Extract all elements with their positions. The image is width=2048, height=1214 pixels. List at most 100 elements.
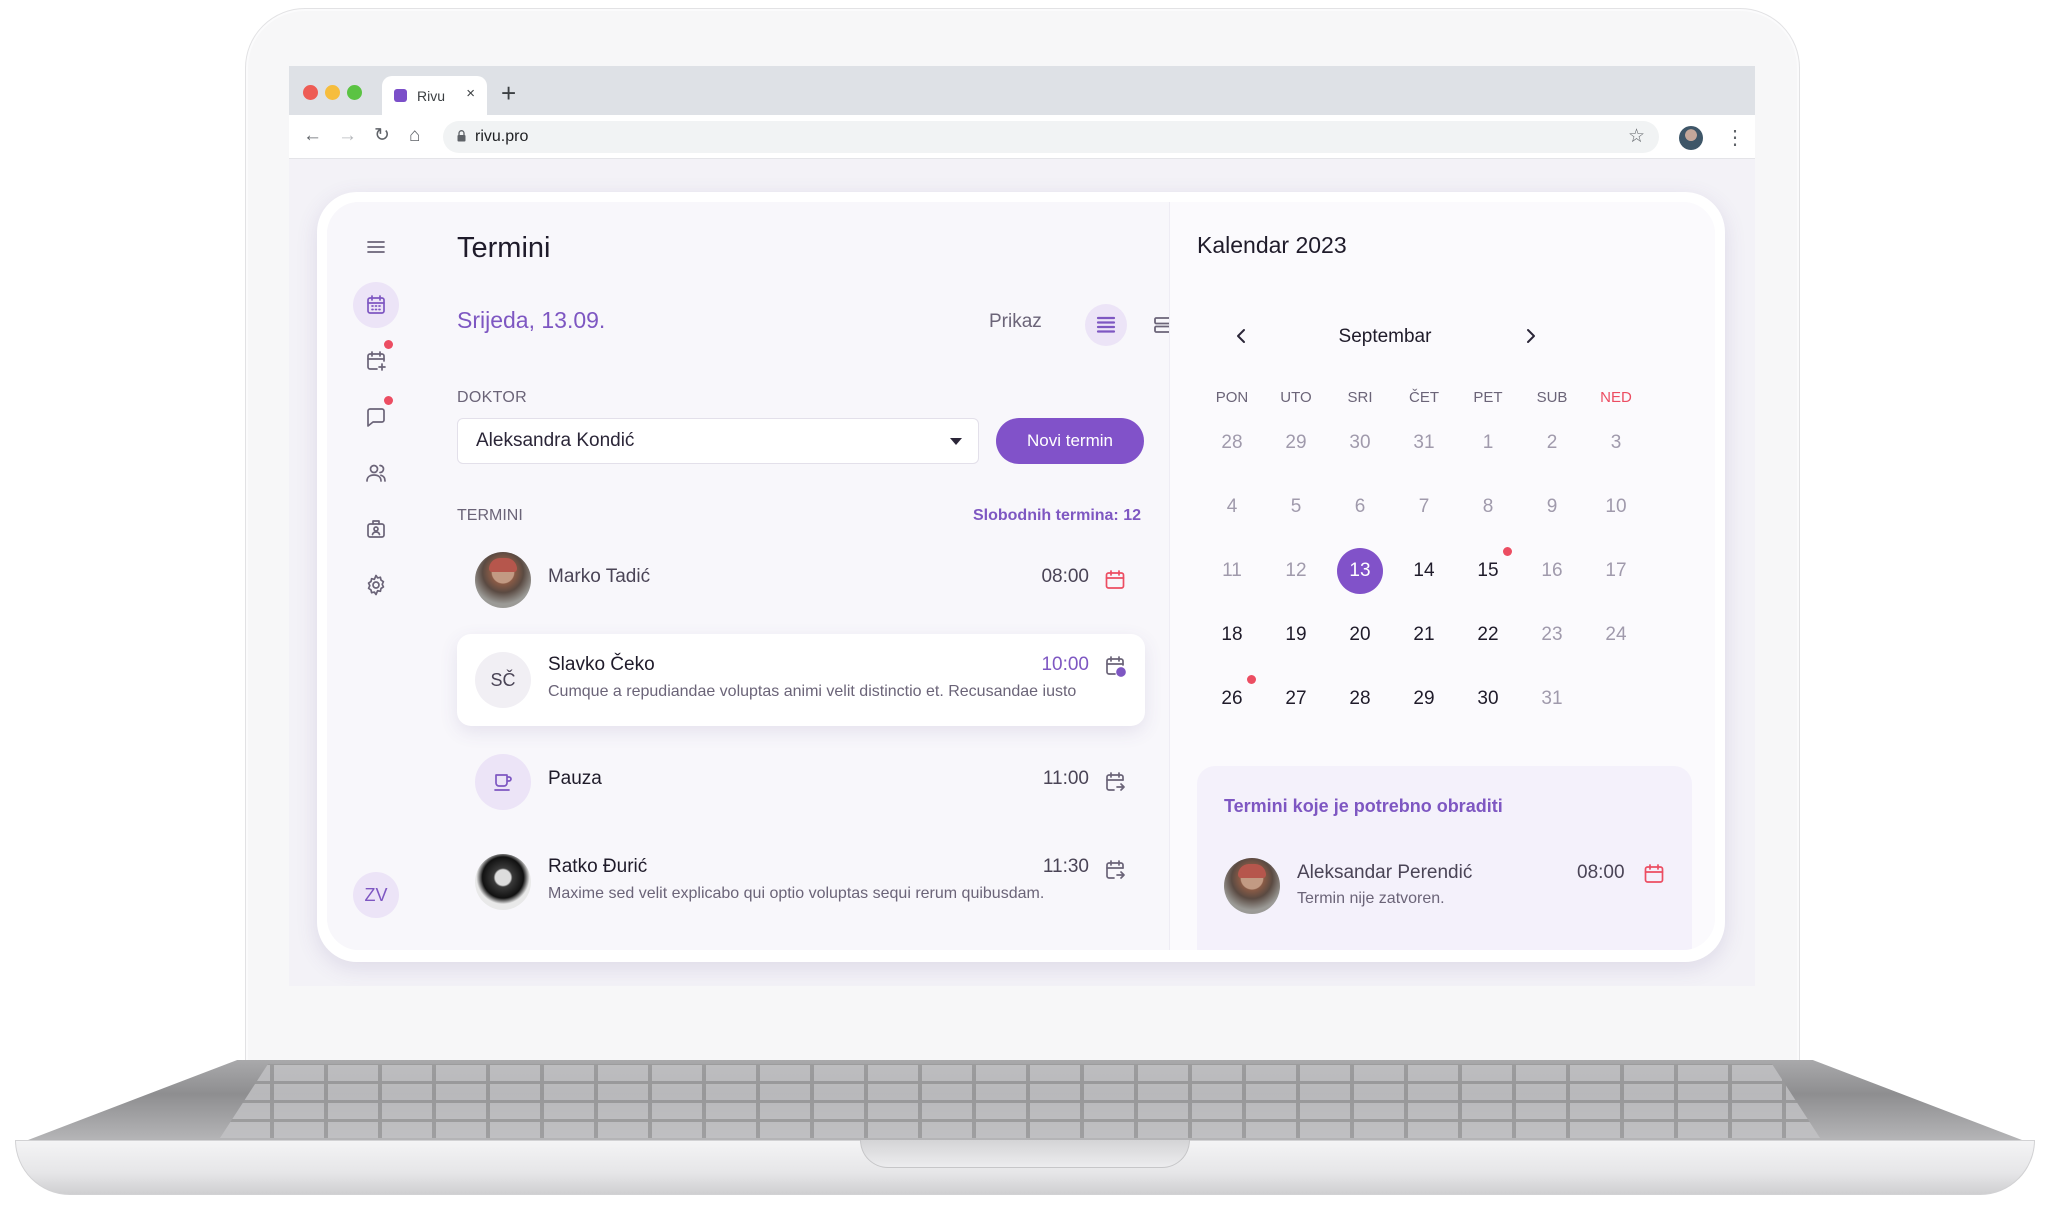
new-appointment-button[interactable]: Novi termin [996,418,1144,464]
patient-name: Slavko Čeko [548,654,655,675]
minimize-window-dot[interactable] [325,85,340,100]
pending-time: 08:00 [1577,862,1625,883]
calendar-panel: Kalendar 2023 Septembar PON UTO SRI ČET PET S… [1169,202,1715,950]
appointment-row-selected[interactable]: SČ Slavko Čeko Cumque a repudiandae volu… [457,634,1145,726]
calendar-day[interactable]: 29 [1401,676,1447,722]
calendar-day[interactable]: 28 [1209,420,1255,466]
calendar-day[interactable]: 10 [1593,484,1639,530]
calendar-day[interactable]: 24 [1593,612,1639,658]
calendar-day[interactable]: 13 [1337,548,1383,594]
calendar-day[interactable]: 2 [1529,420,1575,466]
weekday-ned: NED [1600,389,1632,406]
calendar-day[interactable]: 4 [1209,484,1255,530]
pending-patient-name[interactable]: Aleksandar Perendić [1297,862,1472,884]
appointments-panel: ZV Termini Srijeda, 13.09. Prikaz DOKTOR… [327,202,1172,950]
appointment-note: Cumque a repudiandae voluptas animi veli… [548,683,1077,700]
calendar-day[interactable]: 1 [1465,420,1511,466]
calendar-day[interactable]: 3 [1593,420,1639,466]
sidebar-item-calendar[interactable] [353,282,399,328]
back-arrow-icon[interactable]: ← [303,125,322,147]
browser-toolbar: ← → ↻ ⌂ rivu.pro ☆ ⋮ [289,115,1755,159]
calendar-day[interactable]: 7 [1401,484,1447,530]
break-row[interactable]: Pauza 11:00 [457,742,1145,822]
rivu-favicon-icon [394,89,407,102]
calendar-day[interactable]: 20 [1337,612,1383,658]
month-label: Septembar [1338,326,1432,347]
hamburger-menu-button[interactable] [353,224,399,270]
sidebar-item-clinic[interactable] [353,506,399,552]
url-text: rivu.pro [475,128,529,145]
calendar-day[interactable]: 19 [1273,612,1319,658]
address-bar[interactable]: rivu.pro ☆ [443,121,1659,153]
calendar-day[interactable]: 23 [1529,612,1575,658]
calendar-day[interactable]: 6 [1337,484,1383,530]
appointment-row[interactable]: Ratko Đurić Maxime sed velit explicabo q… [457,836,1145,928]
new-tab-icon[interactable]: + [501,78,516,109]
sidebar-item-messages[interactable] [353,394,399,440]
patient-photo-avatar [475,552,531,608]
doctor-selected-value: Aleksandra Kondić [476,430,635,451]
tab-close-icon[interactable]: × [466,85,475,102]
calendar-day[interactable]: 14 [1401,548,1447,594]
prev-month-button[interactable] [1230,324,1254,348]
patient-name: Ratko Đurić [548,856,648,877]
calendar-day[interactable]: 18 [1209,612,1255,658]
calendar-day[interactable]: 21 [1401,612,1447,658]
calendar-clock-icon[interactable] [1103,654,1127,678]
calendar-day[interactable]: 28 [1337,676,1383,722]
app-card: ZV Termini Srijeda, 13.09. Prikaz DOKTOR… [317,192,1725,962]
calendar-day[interactable]: 12 [1273,548,1319,594]
sidebar-item-patients[interactable] [353,450,399,496]
calendar-day[interactable]: 8 [1465,484,1511,530]
laptop-notch [860,1140,1190,1168]
home-icon[interactable]: ⌂ [409,125,420,147]
reschedule-icon[interactable] [1103,770,1127,794]
weekday-uto: UTO [1280,389,1312,406]
calendar-day[interactable]: 9 [1529,484,1575,530]
forward-arrow-icon[interactable]: → [338,125,357,147]
browser-tab-bar: Rivu × + [289,66,1755,115]
appointment-time: 10:00 [1041,654,1089,675]
calendar-day[interactable]: 22 [1465,612,1511,658]
tab-title: Rivu [417,87,446,104]
reload-icon[interactable]: ↻ [374,125,390,147]
browser-tab[interactable]: Rivu × [382,76,487,115]
calendar-day[interactable]: 5 [1273,484,1319,530]
browser-menu-icon[interactable]: ⋮ [1725,125,1745,150]
calendar-status-icon[interactable] [1103,568,1127,592]
next-month-button[interactable] [1518,324,1542,348]
list-view-button[interactable] [1085,304,1127,346]
calendar-day[interactable]: 27 [1273,676,1319,722]
appointment-row[interactable]: Marko Tadić 08:00 [457,540,1145,620]
close-window-dot[interactable] [303,85,318,100]
reschedule-icon[interactable] [1103,858,1127,882]
calendar-day[interactable]: 29 [1273,420,1319,466]
appointment-time: 11:00 [1042,768,1089,789]
calendar-day[interactable]: 17 [1593,548,1639,594]
calendar-day[interactable]: 30 [1337,420,1383,466]
browser-profile-avatar[interactable] [1679,126,1703,150]
pending-title: Termini koje je potrebno obraditi [1224,796,1503,816]
calendar-title: Kalendar 2023 [1197,232,1347,258]
calendar-plus-icon [367,351,386,371]
calendar-day[interactable]: 11 [1209,548,1255,594]
sidebar-item-add-appointment[interactable] [353,338,399,384]
bookmark-star-icon[interactable]: ☆ [1628,125,1645,148]
id-badge-icon [367,520,385,538]
calendar-status-icon[interactable] [1642,862,1666,886]
sidebar-item-settings[interactable] [353,562,399,608]
event-dot [1247,675,1256,684]
page-title: Termini [457,232,551,264]
calendar-day[interactable]: 30 [1465,676,1511,722]
doctor-label: DOKTOR [457,389,527,406]
user-avatar[interactable]: ZV [353,872,399,918]
calendar-day[interactable]: 16 [1529,548,1575,594]
doctor-select[interactable]: Aleksandra Kondić [457,418,979,464]
calendar-day[interactable]: 31 [1529,676,1575,722]
chevron-right-icon [1527,329,1535,343]
screen: Rivu × + ← → ↻ ⌂ rivu.pro ☆ ⋮ ZV Termini… [289,66,1755,986]
maximize-window-dot[interactable] [347,85,362,100]
chevron-left-icon [1237,329,1245,343]
event-dot [1503,547,1512,556]
calendar-day[interactable]: 31 [1401,420,1447,466]
